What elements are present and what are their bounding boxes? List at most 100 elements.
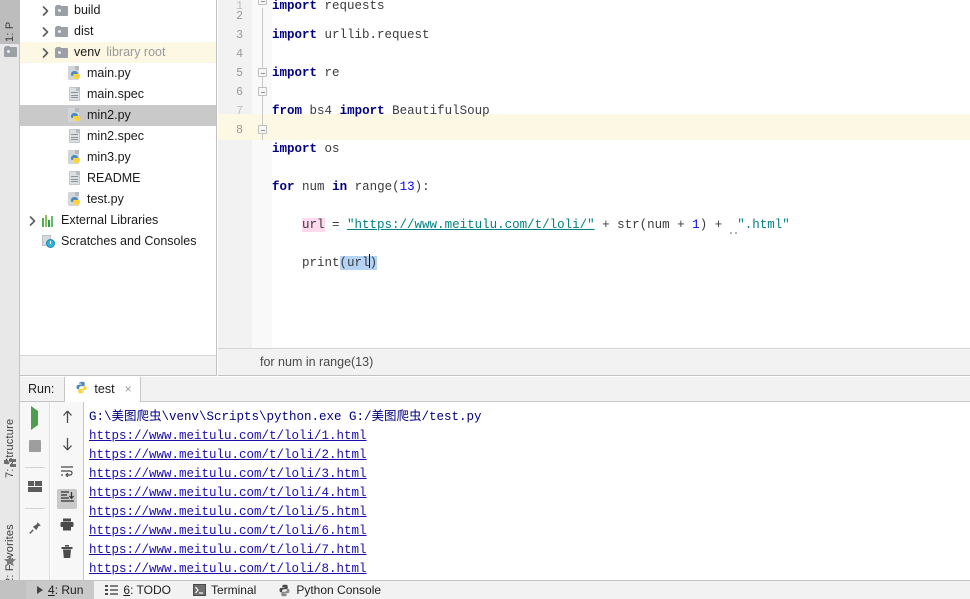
tree-item-build[interactable]: build xyxy=(20,0,216,21)
tree-item-label: README xyxy=(87,171,141,185)
prev-occurrence-button[interactable] xyxy=(57,408,77,428)
console-output-link[interactable]: https://www.meitulu.com/t/loli/2.html xyxy=(85,446,970,465)
scratches-icon xyxy=(41,234,56,249)
tree-item-test-py[interactable]: test.py xyxy=(20,189,216,210)
tree-item-min3-py[interactable]: min3.py xyxy=(20,147,216,168)
console-url-link[interactable]: https://www.meitulu.com/t/loli/2.html xyxy=(89,448,367,462)
tree-item-dist[interactable]: dist xyxy=(20,21,216,42)
chevron-right-icon[interactable] xyxy=(37,42,53,63)
line-number-4: 4 xyxy=(236,48,243,61)
statusbar-corner xyxy=(0,580,26,599)
str-html-literal: ".html" xyxy=(737,218,790,232)
sidebar-tab-project[interactable]: 1: P xyxy=(0,0,20,44)
scroll-to-end-icon xyxy=(60,491,74,507)
chevron-right-icon[interactable] xyxy=(37,21,53,42)
fold-marker-line-5[interactable] xyxy=(258,68,267,77)
console-url-link[interactable]: https://www.meitulu.com/t/loli/7.html xyxy=(89,543,367,557)
var-num-ref: num xyxy=(647,218,670,232)
console-output-link[interactable]: https://www.meitulu.com/t/loli/4.html xyxy=(85,484,970,503)
soft-wrap-button[interactable] xyxy=(57,462,77,482)
console-output-link[interactable]: https://www.meitulu.com/t/loli/7.html xyxy=(85,541,970,560)
run-toolbar-secondary[interactable] xyxy=(51,402,84,580)
tree-item-external-libraries[interactable]: External Libraries xyxy=(20,210,216,231)
tree-item-label: dist xyxy=(74,24,94,38)
console-output-link[interactable]: https://www.meitulu.com/t/loli/6.html xyxy=(85,522,970,541)
run-tab-label: test xyxy=(94,382,115,396)
fold-marker-line-6[interactable] xyxy=(258,87,267,96)
fold-marker-line-1[interactable] xyxy=(258,0,267,5)
tree-item-scratches-and-consoles[interactable]: Scratches and Consoles xyxy=(20,231,216,252)
text-file-icon xyxy=(68,87,81,102)
code-line-8: print(url) xyxy=(302,254,378,270)
trash-icon xyxy=(61,544,73,562)
tree-item-main-spec[interactable]: main.spec xyxy=(20,84,216,105)
run-toolbar-primary[interactable] xyxy=(20,402,50,580)
run-tab-test[interactable]: test × xyxy=(64,376,141,402)
tree-item-label: min3.py xyxy=(87,150,131,164)
console-url-link[interactable]: https://www.meitulu.com/t/loli/4.html xyxy=(89,486,367,500)
tree-item-label: main.py xyxy=(87,66,131,80)
chevron-right-icon[interactable] xyxy=(24,210,40,231)
statusbar-item-run[interactable]: 4: Run xyxy=(26,580,95,599)
tree-item-label: External Libraries xyxy=(61,213,159,227)
console-output-link[interactable]: https://www.meitulu.com/t/loli/5.html xyxy=(85,503,970,522)
stop-button[interactable] xyxy=(25,437,45,457)
restore-layout-button[interactable] xyxy=(25,478,45,498)
editor-code-area[interactable]: import requests import urllib.request im… xyxy=(272,0,970,348)
cls-beautifulsoup: BeautifulSoup xyxy=(392,104,490,118)
clear-all-button[interactable] xyxy=(57,543,77,563)
scroll-to-end-button[interactable] xyxy=(57,489,77,509)
fold-marker-line-8[interactable] xyxy=(258,125,267,134)
breadcrumb[interactable]: for num in range(13) xyxy=(218,348,970,376)
next-occurrence-button[interactable] xyxy=(57,435,77,455)
run-panel-header: Run: test × xyxy=(20,376,970,402)
console-url-link[interactable]: https://www.meitulu.com/t/loli/6.html xyxy=(89,524,367,538)
kw-import-5: import xyxy=(272,142,318,156)
run-triangle-icon xyxy=(37,586,43,594)
up-arrow-icon xyxy=(61,410,74,427)
tree-item-readme[interactable]: README xyxy=(20,168,216,189)
python-icon xyxy=(75,381,88,397)
tree-item-label: venv xyxy=(74,45,101,59)
statusbar-item-python-console[interactable]: Python Console xyxy=(267,581,392,599)
statusbar-item-todo[interactable]: 6: TODO xyxy=(94,581,182,599)
console-output-link[interactable]: https://www.meitulu.com/t/loli/3.html xyxy=(85,465,970,484)
console-output[interactable]: G:\美图爬虫\venv\Scripts\python.exe G:/美图爬虫/… xyxy=(85,402,970,580)
tree-item-min2-py[interactable]: min2.py xyxy=(20,105,216,126)
run-icon xyxy=(31,406,38,430)
kw-in: in xyxy=(332,180,348,194)
tree-item-main-py[interactable]: main.py xyxy=(20,63,216,84)
console-url-link[interactable]: https://www.meitulu.com/t/loli/8.html xyxy=(89,562,367,576)
statusbar-item-terminal[interactable]: Terminal xyxy=(182,581,267,599)
status-bar: 4: Run 6: TODO Terminal Python Console xyxy=(0,580,970,599)
console-output-link[interactable]: https://www.meitulu.com/t/loli/1.html xyxy=(85,427,970,446)
code-line-7: url = "https://www.meitulu.com/t/loli/" … xyxy=(302,218,790,234)
console-url-link[interactable]: https://www.meitulu.com/t/loli/5.html xyxy=(89,505,367,519)
tree-item-min2-spec[interactable]: min2.spec xyxy=(20,126,216,147)
print-button[interactable] xyxy=(57,516,77,536)
console-url-link[interactable]: https://www.meitulu.com/t/loli/3.html xyxy=(89,467,367,481)
code-editor[interactable]: 1 2 3 4 5 6 7 8 import requests import u… xyxy=(218,0,970,348)
console-output-link[interactable]: https://www.meitulu.com/t/loli/8.html xyxy=(85,560,970,579)
project-tree-panel[interactable]: build dist venv library root main.py main.spe… xyxy=(20,0,217,355)
structure-icon xyxy=(4,459,17,473)
rerun-button[interactable] xyxy=(25,406,45,430)
close-icon[interactable]: × xyxy=(125,382,132,396)
line-number-7: 7 xyxy=(236,105,243,118)
tree-item-sublabel: library root xyxy=(106,45,166,59)
text-file-icon xyxy=(68,171,81,186)
sidebar-tab-project-label: 1: P xyxy=(4,21,16,42)
tree-item-label: min2.spec xyxy=(87,129,144,143)
python-file-icon xyxy=(68,66,81,81)
tree-item-venv[interactable]: venv library root xyxy=(20,42,216,63)
pin-button[interactable] xyxy=(25,519,45,539)
libraries-icon xyxy=(42,214,55,227)
soft-wrap-icon xyxy=(60,465,74,480)
console-url-link[interactable]: https://www.meitulu.com/t/loli/1.html xyxy=(89,429,367,443)
lit-13: 13 xyxy=(399,180,415,194)
chevron-right-icon[interactable] xyxy=(37,0,53,21)
todo-list-icon xyxy=(105,584,119,595)
var-num-loop: num xyxy=(302,180,325,194)
